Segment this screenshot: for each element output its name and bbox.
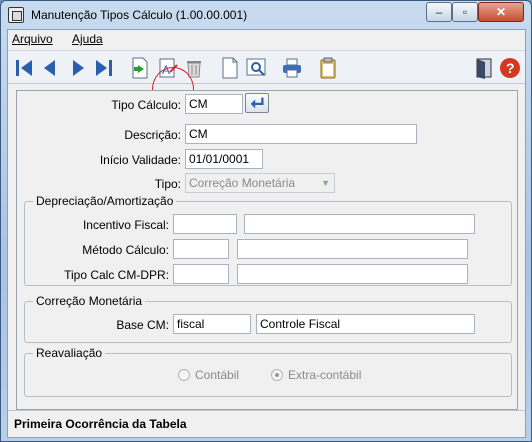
first-record-icon[interactable]	[12, 56, 36, 80]
incentivo-fiscal-desc-field[interactable]	[244, 214, 475, 234]
metodo-calculo-code-field[interactable]	[173, 239, 229, 259]
extra-contabil-radio[interactable]	[271, 369, 283, 381]
minimize-button[interactable]: –	[426, 2, 452, 22]
depreciacao-group: Depreciação/Amortização Incentivo Fiscal…	[24, 194, 512, 286]
menu-ajuda[interactable]: Ajuda	[72, 32, 103, 46]
confirm-button[interactable]	[245, 93, 269, 113]
enter-arrow-icon	[250, 97, 264, 109]
previous-record-icon[interactable]	[38, 56, 62, 80]
menu-arquivo[interactable]: Arquivo	[12, 32, 53, 46]
descricao-field[interactable]: CM	[185, 124, 417, 144]
tipo-calc-cm-dpr-desc-field[interactable]	[237, 264, 468, 284]
print-icon[interactable]	[280, 56, 304, 80]
svg-text:?: ?	[506, 60, 515, 76]
new-document-icon[interactable]	[218, 56, 242, 80]
clipboard-icon[interactable]	[316, 56, 340, 80]
print-preview-icon[interactable]	[244, 56, 268, 80]
last-record-icon[interactable]	[92, 56, 116, 80]
incentivo-fiscal-code-field[interactable]	[173, 214, 237, 234]
exit-door-icon[interactable]	[472, 56, 496, 80]
menu-bar: Arquivo Ajuda	[8, 30, 525, 48]
tipo-label: Tipo:	[154, 177, 181, 191]
inicio-validade-label: Início Validade:	[99, 153, 181, 167]
tipo-calc-cm-dpr-label: Tipo Calc CM-DPR:	[64, 268, 169, 282]
client-area: Arquivo Ajuda A ? Tipo Cálculo: CM Descr…	[7, 29, 526, 438]
status-bar: Primeira Ocorrência da Tabela	[8, 410, 525, 437]
chevron-down-icon: ▼	[321, 178, 330, 188]
next-record-icon[interactable]	[66, 56, 90, 80]
maximize-button[interactable]: ▫	[452, 2, 478, 22]
app-icon[interactable]	[8, 7, 24, 23]
base-cm-desc-field[interactable]: Controle Fiscal	[256, 314, 475, 334]
window-title: Manutenção Tipos Cálculo (1.00.00.001)	[31, 8, 248, 22]
title-bar: Manutenção Tipos Cálculo (1.00.00.001) –…	[1, 1, 531, 29]
status-text: Primeira Ocorrência da Tabela	[14, 417, 187, 431]
contabil-label: Contábil	[195, 368, 240, 382]
form-panel: Tipo Cálculo: CM Descrição: CM Início Va…	[16, 90, 518, 410]
reavaliacao-group: Reavaliação Contábil Extra-contábil	[24, 346, 512, 397]
correcao-monetaria-group: Correção Monetária Base CM: fiscal Contr…	[24, 294, 512, 343]
application-window: Manutenção Tipos Cálculo (1.00.00.001) –…	[0, 0, 532, 442]
reavaliacao-group-title: Reavaliação	[33, 346, 106, 360]
inicio-validade-field[interactable]: 01/01/0001	[185, 149, 263, 169]
metodo-calculo-desc-field[interactable]	[237, 239, 468, 259]
tipo-calc-cm-dpr-code-field[interactable]	[173, 264, 229, 284]
tipo-calculo-label: Tipo Cálculo:	[111, 98, 181, 112]
tipo-select[interactable]: Correção Monetária ▼	[185, 173, 335, 193]
tipo-select-value: Correção Monetária	[189, 176, 296, 190]
toolbar: A ?	[8, 50, 525, 111]
tipo-calculo-field[interactable]: CM	[185, 94, 243, 114]
incentivo-fiscal-label: Incentivo Fiscal:	[82, 218, 169, 232]
descricao-label: Descrição:	[124, 128, 181, 142]
help-icon[interactable]: ?	[498, 56, 522, 80]
correcao-monetaria-group-title: Correção Monetária	[33, 294, 146, 308]
depreciacao-group-title: Depreciação/Amortização	[33, 194, 177, 208]
add-record-icon[interactable]	[128, 56, 152, 80]
base-cm-label: Base CM:	[116, 318, 169, 332]
metodo-calculo-label: Método Cálculo:	[82, 243, 169, 257]
contabil-radio[interactable]	[178, 369, 190, 381]
base-cm-code-field[interactable]: fiscal	[173, 314, 251, 334]
extra-contabil-label: Extra-contábil	[288, 368, 362, 382]
close-button[interactable]: ✕	[478, 2, 524, 22]
